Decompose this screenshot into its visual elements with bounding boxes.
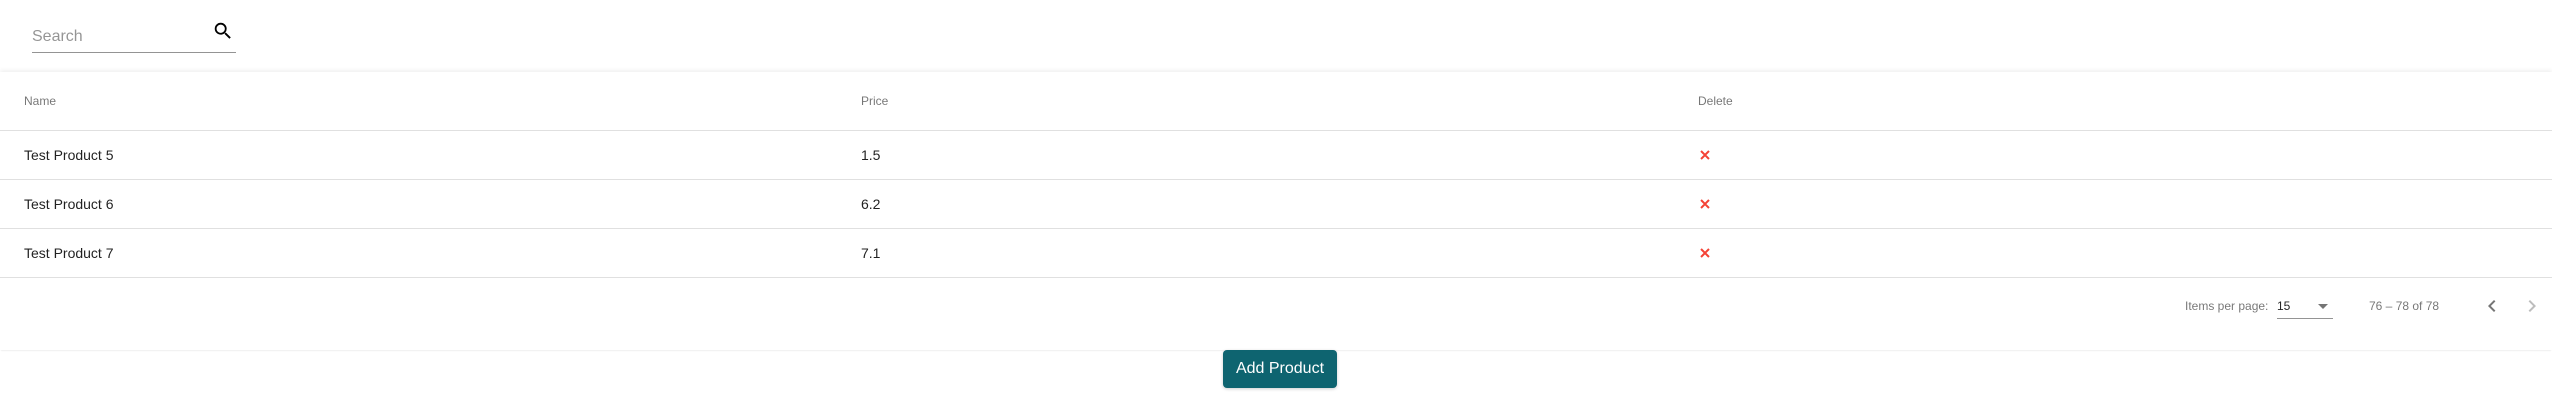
chevron-left-icon[interactable] [2480, 294, 2504, 318]
page-size-select[interactable]: 15 [2277, 292, 2333, 320]
product-name-cell: Test Product 5 [24, 146, 114, 163]
table-row: Test Product 5 1.5 [0, 130, 2552, 180]
close-icon[interactable] [1698, 246, 1712, 260]
search-icon[interactable] [212, 20, 234, 42]
table-row: Test Product 7 7.1 [0, 228, 2552, 278]
product-name-cell: Test Product 6 [24, 195, 114, 212]
chevron-right-icon[interactable] [2520, 294, 2544, 318]
paginator: Items per page: 15 76 – 78 of 78 [0, 278, 2552, 334]
product-price-cell: 1.5 [861, 146, 881, 163]
products-table: Name Price Delete Test Product 5 1.5 Tes… [0, 72, 2552, 350]
search-underline [32, 52, 236, 53]
table-row: Test Product 6 6.2 [0, 179, 2552, 229]
page-range-label: 76 – 78 of 78 [2369, 299, 2440, 313]
add-product-button[interactable]: Add Product [1223, 350, 1337, 388]
product-price-cell: 7.1 [861, 244, 881, 261]
close-icon[interactable] [1698, 148, 1712, 162]
search-input[interactable] [32, 28, 202, 46]
product-price-cell: 6.2 [861, 195, 881, 212]
page-size-value: 15 [2277, 299, 2291, 313]
select-underline [2277, 318, 2333, 319]
items-per-page-label: Items per page: [2185, 299, 2269, 313]
column-header-delete: Delete [1698, 94, 1733, 108]
column-header-name[interactable]: Name [24, 94, 56, 108]
chevron-down-icon [2318, 304, 2328, 309]
table-header-row: Name Price Delete [0, 72, 2552, 131]
column-header-price[interactable]: Price [861, 94, 888, 108]
close-icon[interactable] [1698, 197, 1712, 211]
product-name-cell: Test Product 7 [24, 244, 114, 261]
search-field [32, 14, 236, 54]
